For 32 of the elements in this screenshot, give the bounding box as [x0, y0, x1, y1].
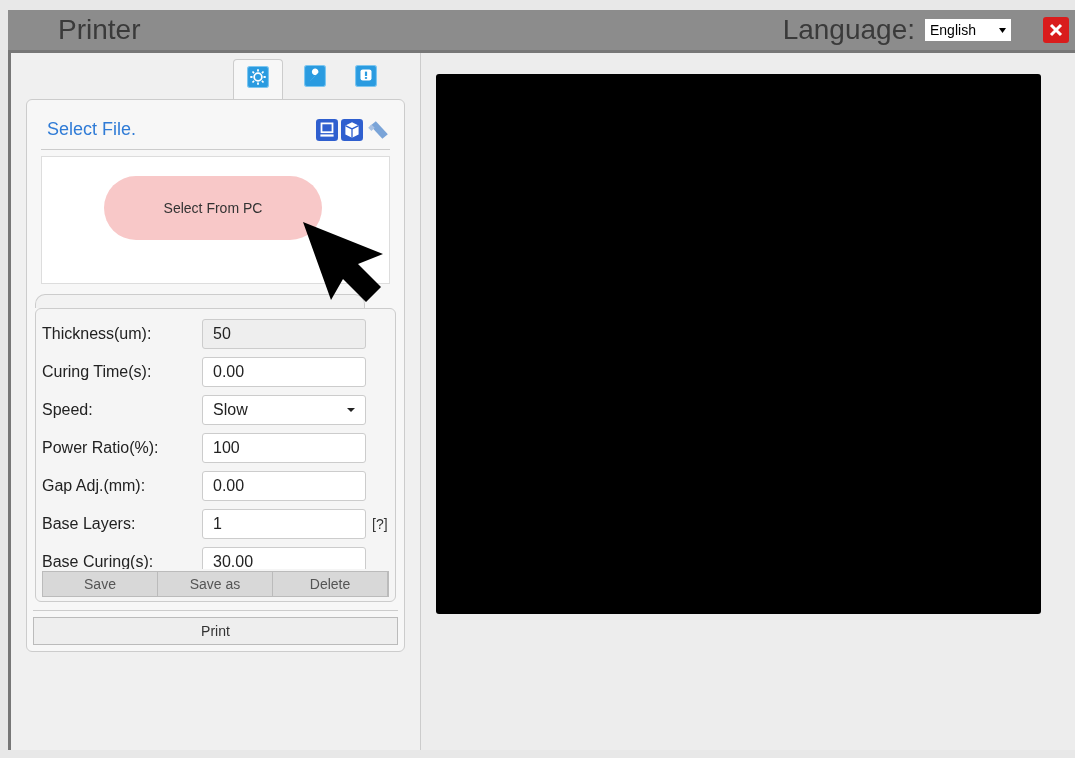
language-label: Language:: [782, 13, 915, 47]
gear-icon: [247, 66, 269, 88]
close-icon: [1049, 23, 1063, 37]
info-icon: [355, 65, 377, 87]
setting-label: Speed:: [42, 400, 94, 420]
profile-button[interactable]: Delete: [273, 572, 388, 596]
profile-button[interactable]: Save: [43, 572, 158, 596]
close-button[interactable]: [1043, 17, 1069, 43]
mouse-pointer-icon: [303, 222, 385, 304]
setting-input[interactable]: 1: [202, 509, 366, 539]
profile-button[interactable]: Save as: [158, 572, 273, 596]
setting-input[interactable]: 30.00: [202, 547, 366, 569]
select-from-pc-button[interactable]: Select From PC: [104, 176, 322, 240]
setting-label: Curing Time(s):: [42, 362, 153, 382]
print-button[interactable]: Print: [33, 617, 398, 645]
setting-input[interactable]: 100: [202, 433, 366, 463]
select-file-title: Select File.: [46, 118, 137, 141]
computer-icon[interactable]: [316, 118, 338, 141]
help-link[interactable]: [?]: [372, 513, 388, 535]
speed-select[interactable]: Slow: [202, 395, 366, 425]
setting-label: Gap Adj.(mm):: [42, 476, 147, 496]
window-title: Printer: [58, 13, 141, 47]
setting-label: Base Layers:: [42, 514, 137, 534]
caret-icon: [347, 408, 355, 412]
setting-label: Thickness(um):: [42, 324, 153, 344]
settings-tab[interactable]: [233, 59, 283, 99]
caret-icon: [999, 27, 1006, 33]
cube-icon[interactable]: [341, 118, 363, 141]
language-select[interactable]: English: [925, 19, 1011, 41]
setting-label: Power Ratio(%):: [42, 438, 160, 458]
setting-input[interactable]: 0.00: [202, 471, 366, 501]
setting-input[interactable]: 0.00: [202, 357, 366, 387]
